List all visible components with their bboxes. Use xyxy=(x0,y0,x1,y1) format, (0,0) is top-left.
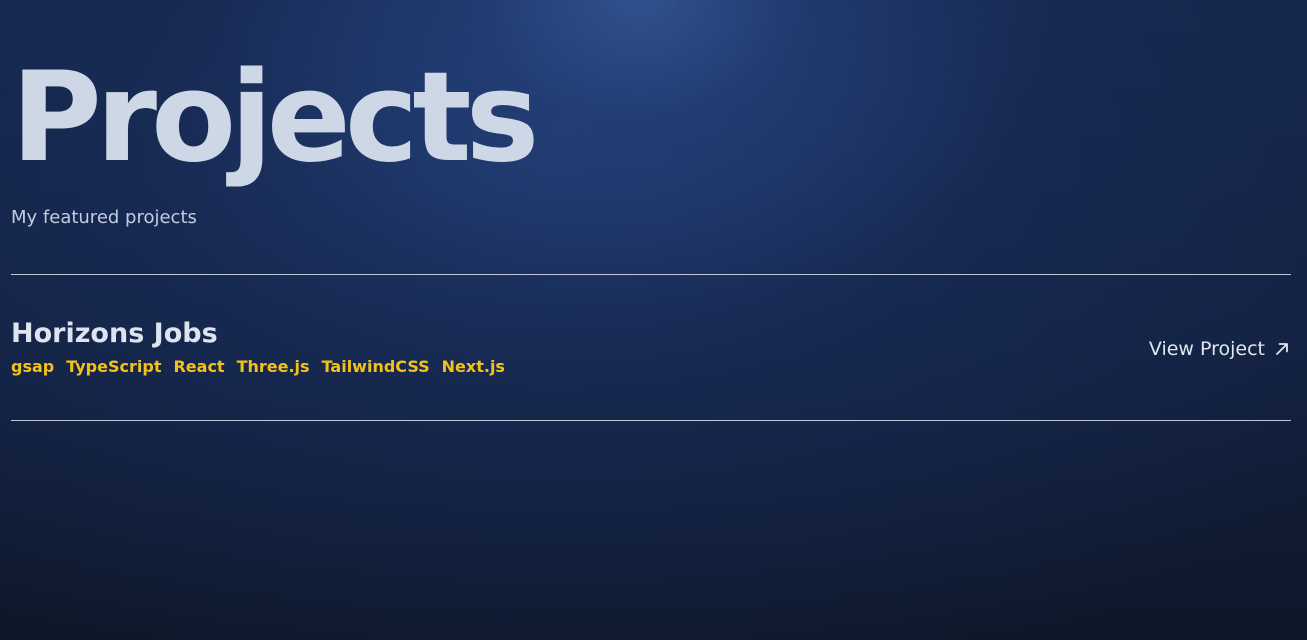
tag-typescript: TypeScript xyxy=(66,357,162,376)
tag-tailwindcss: TailwindCSS xyxy=(321,357,430,376)
project-row: Horizons Jobs gsap TypeScript React Thre… xyxy=(11,316,1291,386)
page-subtitle: My featured projects xyxy=(11,207,197,228)
arrow-up-right-icon xyxy=(1275,342,1289,356)
tag-nextjs: Next.js xyxy=(441,357,505,376)
page-title: Projects xyxy=(11,46,539,190)
divider xyxy=(11,420,1291,421)
tag-react: React xyxy=(173,357,225,376)
divider xyxy=(11,274,1291,275)
tag-gsap: gsap xyxy=(11,357,55,376)
project-tags: gsap TypeScript React Three.js TailwindC… xyxy=(11,356,505,378)
project-title: Horizons Jobs xyxy=(11,318,218,349)
tag-threejs: Three.js xyxy=(236,357,310,376)
view-project-link[interactable]: View Project xyxy=(1149,337,1289,361)
view-project-label: View Project xyxy=(1148,338,1265,360)
